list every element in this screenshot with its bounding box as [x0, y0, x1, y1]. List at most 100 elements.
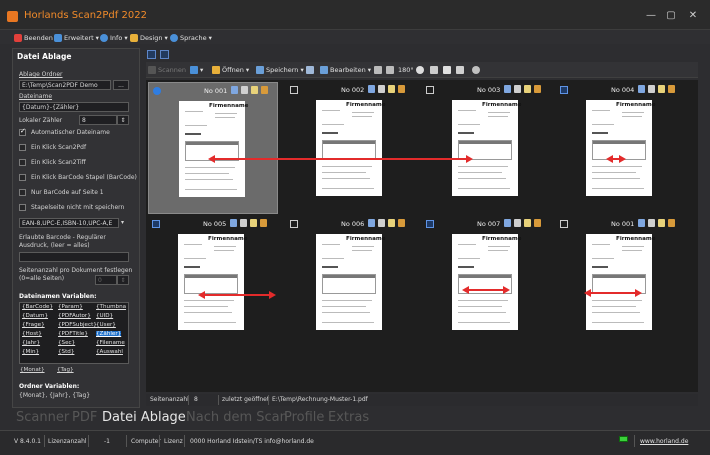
- pages-per-doc-input[interactable]: 0: [95, 275, 117, 285]
- menu-beenden[interactable]: Beenden: [14, 32, 53, 43]
- document-thumbnail[interactable]: No 001 Firmenname: [148, 82, 278, 214]
- website-link[interactable]: www.horland.de: [640, 438, 688, 445]
- document-thumbnail[interactable]: No 004 Firmenname: [556, 82, 686, 214]
- variable-item[interactable]: {UID}: [96, 313, 113, 319]
- variable-item[interactable]: {Frage}: [22, 322, 45, 328]
- brush-icon[interactable]: [534, 219, 541, 227]
- variable-item[interactable]: {Filename: [96, 340, 125, 346]
- menu-sprache[interactable]: Sprache ▾: [170, 32, 212, 43]
- rotate-180-button[interactable]: 180°: [398, 65, 414, 75]
- trash-icon[interactable]: [514, 219, 521, 227]
- menu-erweitert[interactable]: Erweitert ▾: [54, 32, 99, 43]
- note-icon[interactable]: [250, 219, 257, 227]
- note-icon[interactable]: [388, 85, 395, 93]
- note-icon[interactable]: [524, 219, 531, 227]
- option-checkbox-one-click-pdf[interactable]: [19, 144, 26, 151]
- maximize-button[interactable]: ▢: [664, 10, 678, 21]
- tab-extras[interactable]: Extras: [328, 410, 369, 425]
- variable-item[interactable]: {Sec}: [58, 340, 75, 346]
- save-icon[interactable]: [231, 86, 238, 94]
- brush-icon[interactable]: [261, 86, 268, 94]
- rotate-left-button[interactable]: [374, 65, 382, 75]
- barcode-regex-input[interactable]: [19, 252, 129, 262]
- trash-icon[interactable]: [378, 85, 385, 93]
- variable-item[interactable]: {Min}: [22, 349, 39, 355]
- document-thumbnail[interactable]: No 006 Firmenname: [286, 216, 416, 348]
- document-select-checkbox[interactable]: [153, 87, 161, 95]
- save-icon[interactable]: [504, 85, 511, 93]
- trash-icon[interactable]: [240, 219, 247, 227]
- save-icon[interactable]: [638, 85, 645, 93]
- variable-item[interactable]: {Monat}: [20, 367, 45, 373]
- edit-button[interactable]: Bearbeiten ▾: [320, 65, 371, 75]
- variable-item[interactable]: {Datum}: [22, 313, 48, 319]
- save-icon[interactable]: [638, 219, 645, 227]
- rotate-right-button[interactable]: [386, 65, 394, 75]
- view-toggle-icon[interactable]: [147, 50, 156, 59]
- pages-per-doc-stepper[interactable]: ⇕: [117, 275, 129, 285]
- refresh-button[interactable]: [472, 65, 480, 75]
- folder-input[interactable]: E:\Temp\Scan2PDF Demo: [19, 80, 111, 90]
- variable-item[interactable]: {Param}: [58, 304, 83, 310]
- document-select-checkbox[interactable]: [426, 220, 434, 228]
- document-thumbnail[interactable]: No 007 Firmenname: [422, 216, 552, 348]
- option-checkbox-skip-batch-page[interactable]: [19, 204, 26, 211]
- brush-icon[interactable]: [398, 219, 405, 227]
- variable-item[interactable]: {Std}: [58, 349, 74, 355]
- menu-info[interactable]: Info ▾: [100, 32, 128, 43]
- document-select-checkbox[interactable]: [152, 220, 160, 228]
- variable-item[interactable]: {Thumbna: [96, 304, 126, 310]
- trash-icon[interactable]: [241, 86, 248, 94]
- folder-label[interactable]: Ablage Ordner: [19, 71, 63, 78]
- document-thumbnail[interactable]: No 001 Firmenname: [556, 216, 686, 348]
- tab-scanner[interactable]: Scanner: [16, 410, 69, 425]
- trash-icon[interactable]: [648, 85, 655, 93]
- browse-folder-button[interactable]: ...: [113, 80, 129, 90]
- save-icon[interactable]: [368, 85, 375, 93]
- import-button[interactable]: ▾: [190, 65, 203, 75]
- document-thumbnail[interactable]: No 003 Firmenname: [422, 82, 552, 214]
- note-icon[interactable]: [251, 86, 258, 94]
- variable-item[interactable]: {PDFAutor}: [58, 313, 91, 319]
- scan-button[interactable]: Scannen: [148, 65, 186, 75]
- note-icon[interactable]: [658, 85, 665, 93]
- zoom-button[interactable]: [416, 65, 424, 75]
- barcode-type-select[interactable]: EAN-8,UPC-E,ISBN-10,UPC-A,E: [19, 218, 119, 228]
- trash-icon[interactable]: [514, 85, 521, 93]
- variable-item[interactable]: {Jahr}: [22, 340, 40, 346]
- brush-icon[interactable]: [398, 85, 405, 93]
- variable-item[interactable]: {PDFTitle}: [58, 331, 88, 337]
- counter-input[interactable]: 8: [79, 115, 117, 125]
- export-button[interactable]: [306, 65, 314, 75]
- trash-icon[interactable]: [648, 219, 655, 227]
- brush-icon[interactable]: [534, 85, 541, 93]
- document-select-checkbox[interactable]: [290, 220, 298, 228]
- variable-item[interactable]: {Auswahl: [96, 349, 123, 355]
- counter-stepper[interactable]: ⇕: [117, 115, 129, 125]
- menu-design[interactable]: Design ▾: [130, 32, 168, 43]
- chevron-down-icon[interactable]: ▾: [121, 219, 124, 226]
- option-checkbox-one-click-tiff[interactable]: [19, 159, 26, 166]
- option-checkbox-barcode-page1[interactable]: [19, 189, 26, 196]
- document-select-checkbox[interactable]: [426, 86, 434, 94]
- delete-button[interactable]: [430, 65, 438, 75]
- pages-button[interactable]: [456, 65, 464, 75]
- filename-input[interactable]: {Datum}-{Zähler}: [19, 102, 129, 112]
- view-toggle-icon[interactable]: [160, 50, 169, 59]
- note-icon[interactable]: [524, 85, 531, 93]
- document-thumbnail[interactable]: No 005 Firmenname: [148, 216, 278, 348]
- tab-nach-dem-scan[interactable]: Nach dem Scan: [186, 410, 288, 425]
- trash-icon[interactable]: [378, 219, 385, 227]
- note-icon[interactable]: [658, 219, 665, 227]
- brush-icon[interactable]: [260, 219, 267, 227]
- document-select-checkbox[interactable]: [560, 86, 568, 94]
- tab-datei-ablage[interactable]: Datei Ablage: [102, 410, 186, 425]
- open-button[interactable]: Öffnen ▾: [212, 65, 249, 75]
- brush-icon[interactable]: [668, 85, 675, 93]
- option-checkbox-barcode-batch[interactable]: [19, 174, 26, 181]
- copy-button[interactable]: [443, 65, 451, 75]
- variable-item[interactable]: {User}: [96, 322, 116, 328]
- note-icon[interactable]: [388, 219, 395, 227]
- variable-item[interactable]: {Host}: [22, 331, 42, 337]
- close-button[interactable]: ✕: [686, 10, 700, 21]
